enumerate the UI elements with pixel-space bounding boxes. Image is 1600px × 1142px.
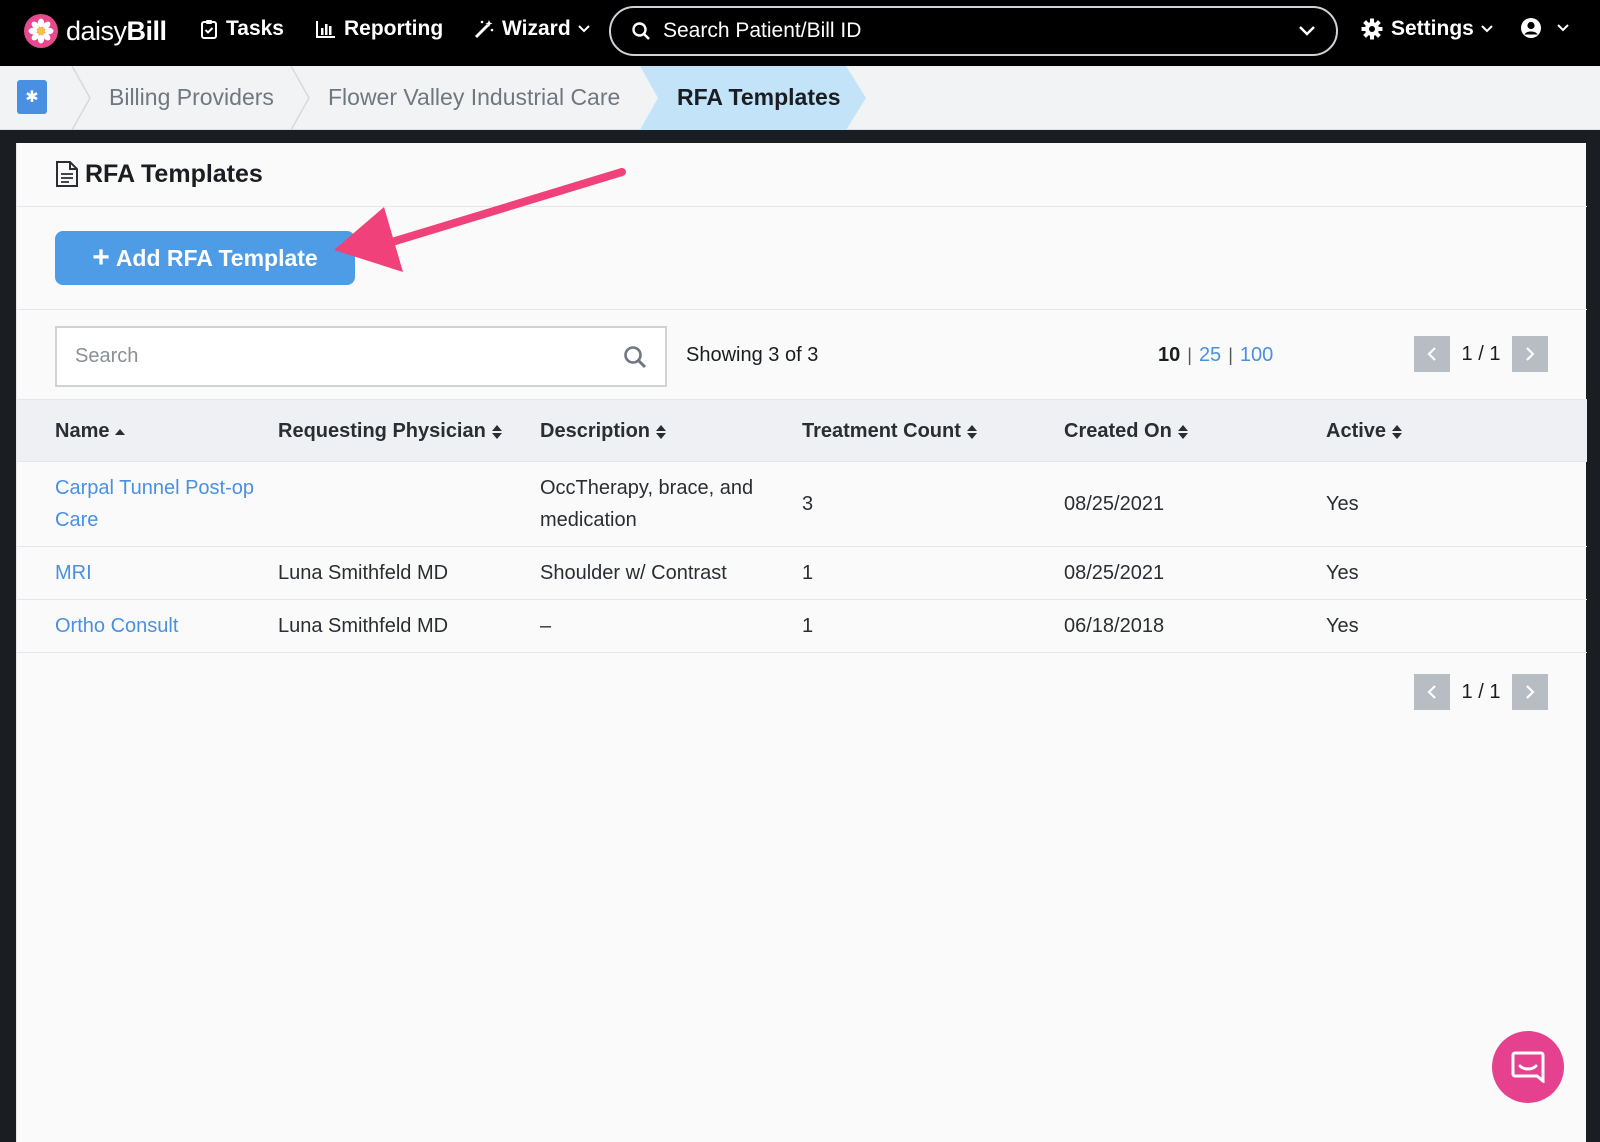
active-cell: Yes [1326,562,1359,584]
pager-bottom: 1 / 1 [1414,674,1548,710]
sort-icon [966,424,977,439]
table-row: Ortho Consult Luna Smithfeld MD – 1 06/1… [17,600,1587,653]
chat-icon [1511,1051,1545,1083]
treatment-count-cell: 3 [802,493,814,515]
template-name-link[interactable]: Ortho Consult [55,610,178,642]
column-header-treatment-count[interactable]: Treatment Count [802,420,977,443]
description-cell: OccTherapy, brace, and medication [540,477,754,531]
chevron-left-icon [1427,685,1436,699]
nav-reporting[interactable]: Reporting [316,17,443,41]
page-title: RFA Templates [85,160,263,188]
sort-icon [1177,424,1188,439]
next-page-button[interactable] [1512,336,1548,372]
sort-icon [491,424,502,439]
plus-icon: + [92,241,110,274]
breadcrumb-separator [290,66,310,130]
created-on-cell: 06/18/2018 [1064,615,1165,637]
next-page-button[interactable] [1512,674,1548,710]
treatment-count-cell: 1 [802,615,814,637]
per-page-100[interactable]: 100 [1240,344,1273,367]
chat-launcher-button[interactable] [1492,1031,1564,1103]
divider [17,309,1587,310]
active-cell: Yes [1326,493,1359,515]
description-cell: – [540,615,552,637]
nav-settings-dropdown[interactable]: Settings [1361,17,1502,41]
template-name-link[interactable]: Carpal Tunnel Post-op Care [55,472,254,536]
active-cell: Yes [1326,615,1359,637]
rfa-templates-panel: RFA Templates + Add RFA Template Search … [16,143,1587,1142]
results-count: Showing 3 of 3 [686,344,819,366]
chevron-right-icon [1526,347,1535,361]
page-indicator: 1 / 1 [1461,342,1501,365]
per-page-25[interactable]: 25 [1199,344,1221,367]
column-header-description[interactable]: Description [540,420,667,443]
template-name-link[interactable]: MRI [55,557,92,589]
page-indicator: 1 / 1 [1461,680,1501,703]
user-circle-icon [1521,18,1541,38]
nav-settings-label: Settings [1391,17,1474,40]
brand-name: daisyBill [66,15,167,46]
add-rfa-template-button[interactable]: + Add RFA Template [55,231,355,285]
prev-page-button[interactable] [1414,336,1450,372]
provider-home-icon[interactable]: ✱ [17,80,47,114]
magic-wand-icon [474,20,494,39]
nav-tasks-label: Tasks [226,17,284,40]
bar-chart-icon [316,21,335,38]
treatment-count-cell: 1 [802,562,814,584]
table-search-input[interactable]: Search [55,326,667,387]
description-cell: Shoulder w/ Contrast [540,562,727,584]
prev-page-button[interactable] [1414,674,1450,710]
breadcrumb-separator [71,66,91,130]
panel-header: RFA Templates [17,143,1587,207]
chevron-down-icon [1481,25,1493,33]
sort-icon [656,424,667,439]
chevron-left-icon [1427,347,1436,361]
physician-cell: Luna Smithfeld MD [278,562,449,584]
column-header-physician[interactable]: Requesting Physician [278,420,502,443]
sort-icon [1392,424,1403,439]
nav-tasks[interactable]: Tasks [200,17,284,41]
chevron-down-icon [577,25,590,33]
add-rfa-template-label: Add RFA Template [115,244,318,271]
table-header: Name Requesting Physician Description Tr… [17,399,1587,462]
breadcrumb-billing-providers[interactable]: Billing Providers [109,84,274,111]
brand-logo-link[interactable]: daisyBill [24,14,167,48]
physician-cell: Luna Smithfeld MD [278,615,449,637]
column-header-active[interactable]: Active [1326,420,1403,443]
breadcrumb-rfa-templates: RFA Templates [677,84,841,110]
pager-top: 1 / 1 [1414,336,1548,372]
daisy-logo-icon [24,14,58,48]
table-row: Carpal Tunnel Post-op Care OccTherapy, br… [17,462,1587,547]
clipboard-check-icon [201,20,217,39]
search-icon [624,345,647,368]
sort-asc-icon [115,428,126,435]
created-on-cell: 08/25/2021 [1064,562,1165,584]
per-page-selector: 10 | 25 | 100 [1158,344,1274,367]
nav-reporting-label: Reporting [344,17,444,40]
chevron-down-icon[interactable] [1298,25,1316,37]
column-header-name[interactable]: Name [55,420,126,443]
table-row: MRI Luna Smithfeld MD Shoulder w/ Contra… [17,547,1587,600]
patient-bill-search[interactable]: Search Patient/Bill ID [609,6,1338,56]
search-icon [632,22,650,40]
breadcrumb: ✱ Billing Providers Flower Valley Indust… [0,66,1600,130]
created-on-cell: 08/25/2021 [1064,493,1165,515]
search-placeholder: Search Patient/Bill ID [663,19,862,42]
gear-icon [1361,18,1383,40]
chevron-down-icon [1557,24,1569,32]
nav-wizard-dropdown[interactable]: Wizard [474,17,599,41]
per-page-current: 10 [1158,344,1181,366]
table-search-placeholder: Search [75,345,139,367]
user-menu-dropdown[interactable] [1520,17,1578,39]
document-icon [56,161,78,187]
breadcrumb-flower-valley[interactable]: Flower Valley Industrial Care [328,84,620,111]
nav-wizard-label: Wizard [502,17,571,40]
top-navbar: daisyBill Tasks Reporting Wizard Search … [0,0,1600,66]
chevron-right-icon [1526,685,1535,699]
column-header-created-on[interactable]: Created On [1064,420,1188,443]
